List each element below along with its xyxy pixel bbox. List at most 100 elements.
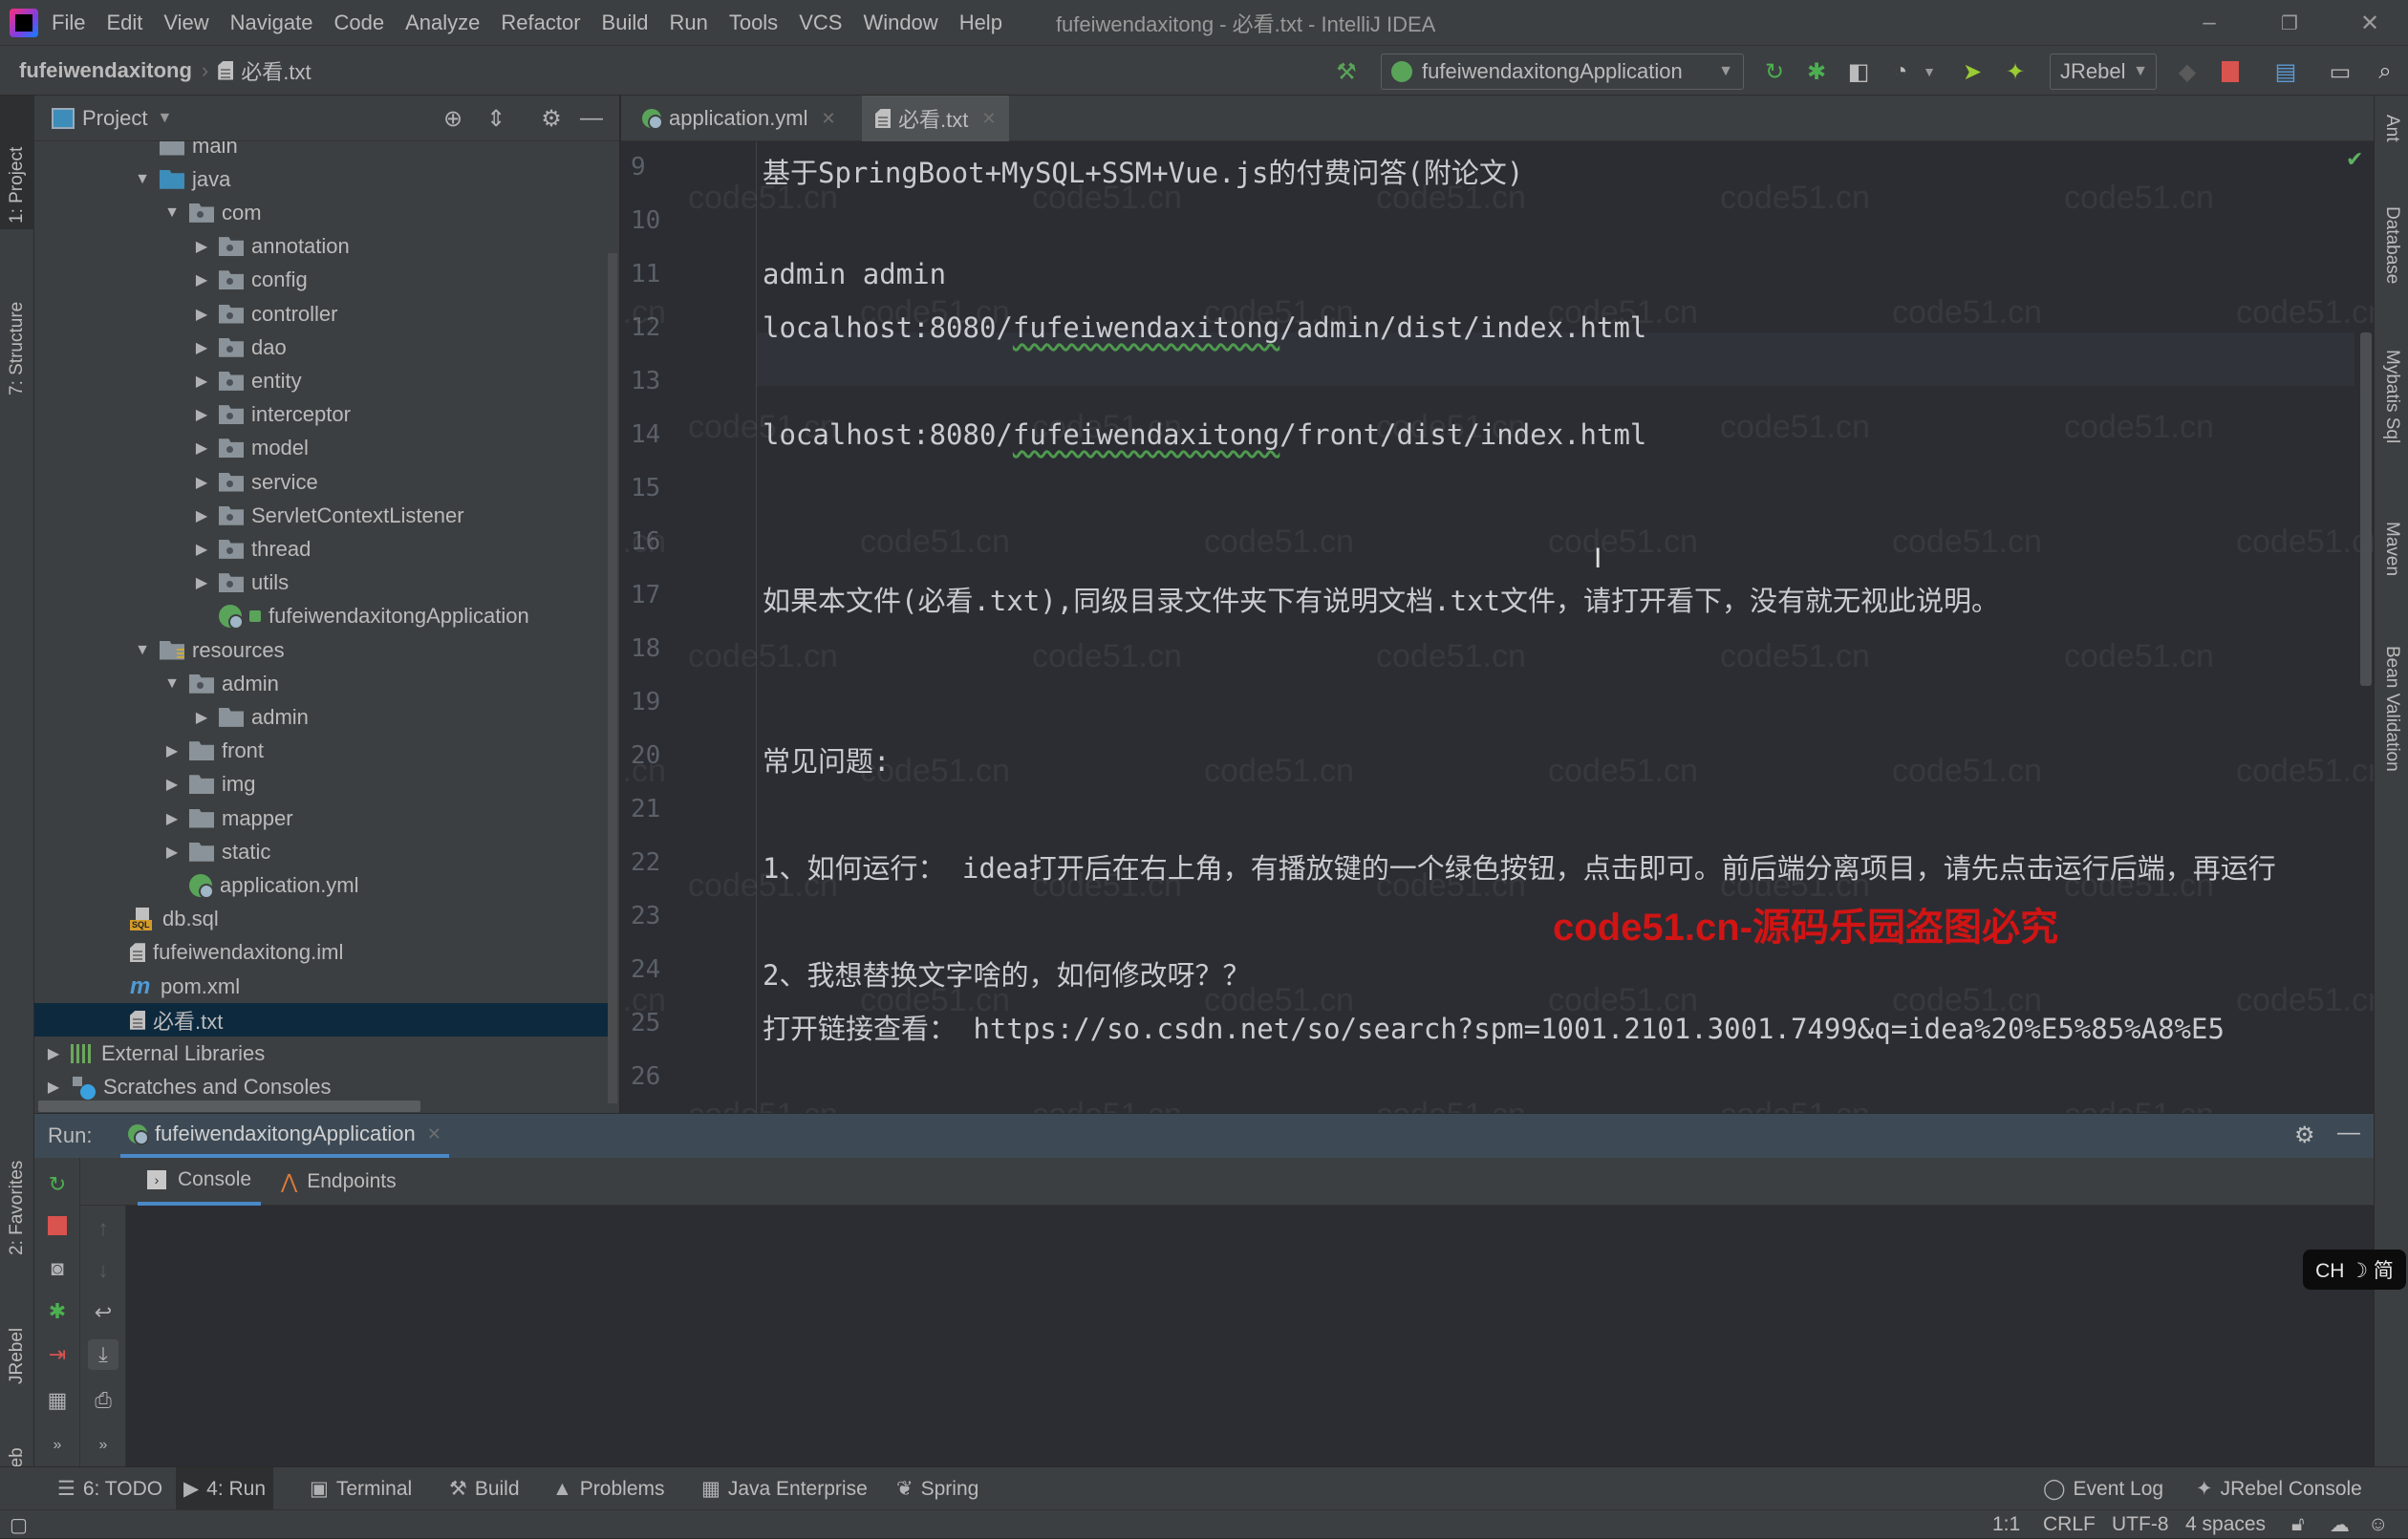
tree-item[interactable]: ▼ admin bbox=[34, 667, 608, 700]
tool-run[interactable]: ▶ 4: Run bbox=[176, 1467, 274, 1510]
tree-item[interactable]: ▶ annotation bbox=[34, 230, 608, 264]
subtab-console[interactable]: › Console bbox=[138, 1158, 262, 1206]
collapsed-arrow-icon[interactable]: ▶ bbox=[192, 540, 211, 559]
tree-item[interactable]: db.sql bbox=[34, 903, 608, 936]
tool-tab-bean-validation[interactable]: Bean Validation bbox=[2375, 640, 2408, 831]
close-tab-icon[interactable]: ✕ bbox=[822, 109, 836, 129]
tree-item[interactable]: ▶ ServletContextListener bbox=[34, 499, 608, 532]
tree-item[interactable]: m pom.xml bbox=[34, 970, 608, 1003]
line-separator[interactable]: CRLF bbox=[2043, 1510, 2096, 1539]
collapsed-arrow-icon[interactable]: ▶ bbox=[192, 338, 211, 357]
tree-item[interactable]: ▼ resources bbox=[34, 633, 608, 667]
project-structure-icon[interactable]: ▤ bbox=[2272, 57, 2299, 86]
code-line[interactable]: localhost:8080/fufeiwendaxitong/front/di… bbox=[763, 418, 1646, 451]
tree-item[interactable]: ▶ entity bbox=[34, 364, 608, 397]
tree-item[interactable]: ▶ static bbox=[34, 835, 608, 868]
tree-item[interactable]: ▶ mapper bbox=[34, 802, 608, 835]
expanded-arrow-icon[interactable]: ▼ bbox=[162, 204, 182, 222]
hide-panel-icon[interactable]: — bbox=[2337, 1120, 2360, 1146]
console-output[interactable] bbox=[126, 1206, 2374, 1467]
collapsed-arrow-icon[interactable]: ▶ bbox=[192, 237, 211, 256]
collapsed-arrow-icon[interactable]: ▶ bbox=[192, 573, 211, 592]
menu-view[interactable]: View bbox=[163, 11, 208, 35]
lock-open-icon[interactable]: 🔓︎ bbox=[2291, 1510, 2305, 1539]
tree-item[interactable]: ▶ admin bbox=[34, 700, 608, 734]
collapsed-arrow-icon[interactable]: ▶ bbox=[192, 372, 211, 391]
tree-item[interactable]: application.yml bbox=[34, 868, 608, 902]
menu-navigate[interactable]: Navigate bbox=[230, 11, 313, 35]
menu-refactor[interactable]: Refactor bbox=[501, 11, 580, 35]
tree-item[interactable]: ▶ controller bbox=[34, 297, 608, 331]
hide-panel-icon[interactable]: — bbox=[577, 105, 606, 132]
locate-file-icon[interactable]: ⊕ bbox=[439, 105, 467, 132]
chevron-down-icon[interactable]: ▼ bbox=[157, 110, 172, 127]
menu-window[interactable]: Window bbox=[863, 11, 937, 35]
tool-tab-ant[interactable]: Ant bbox=[2375, 109, 2408, 176]
rerun-icon[interactable]: ↻ bbox=[1761, 57, 1788, 86]
debug-attach-icon[interactable]: ✱ bbox=[42, 1296, 73, 1327]
breadcrumb-file[interactable]: 必看.txt bbox=[241, 55, 311, 86]
tree-item[interactable]: ▼ java bbox=[34, 162, 608, 196]
minimize-button[interactable]: – bbox=[2171, 0, 2247, 46]
collapsed-arrow-icon[interactable]: ▶ bbox=[162, 843, 182, 862]
close-tab-icon[interactable]: ✕ bbox=[427, 1124, 441, 1144]
expanded-arrow-icon[interactable]: ▼ bbox=[133, 642, 152, 659]
tree-item[interactable]: main bbox=[34, 141, 608, 162]
run-tab-application[interactable]: fufeiwendaxitongApplication ✕ bbox=[120, 1114, 449, 1158]
menu-run[interactable]: Run bbox=[669, 11, 707, 35]
collapse-all-icon[interactable]: ⇕ bbox=[482, 105, 510, 132]
tree-item[interactable]: ▶ thread bbox=[34, 532, 608, 566]
tree-item[interactable]: 必看.txt bbox=[34, 1003, 608, 1037]
tree-item[interactable]: ▶ Scratches and Consoles bbox=[34, 1071, 608, 1104]
menu-edit[interactable]: Edit bbox=[106, 11, 142, 35]
tool-tab-maven[interactable]: Maven bbox=[2375, 516, 2408, 621]
scroll-to-end-icon[interactable]: ⤓ bbox=[88, 1339, 118, 1370]
tool-build[interactable]: ⚒ Build bbox=[441, 1467, 527, 1510]
menu-help[interactable]: Help bbox=[959, 11, 1002, 35]
collapsed-arrow-icon[interactable]: ▶ bbox=[162, 809, 182, 828]
layout-icon[interactable]: ▦ bbox=[42, 1385, 73, 1416]
menu-vcs[interactable]: VCS bbox=[799, 11, 842, 35]
tree-item[interactable]: fufeiwendaxitong.iml bbox=[34, 936, 608, 970]
code-line[interactable]: 2、我想替换文字啥的，如何修改呀？？ bbox=[763, 953, 1250, 994]
tool-tab-structure[interactable]: 7: Structure bbox=[0, 248, 34, 401]
collapsed-arrow-icon[interactable]: ▶ bbox=[192, 438, 211, 458]
toggle-tool-windows-icon[interactable]: ▢ bbox=[10, 1510, 28, 1539]
tool-spring[interactable]: ❦ Spring bbox=[889, 1467, 986, 1510]
tree-item[interactable]: ▶ utils bbox=[34, 566, 608, 600]
tree-item[interactable]: fufeiwendaxitongApplication bbox=[34, 600, 608, 633]
menu-tools[interactable]: Tools bbox=[729, 11, 778, 35]
expanded-arrow-icon[interactable]: ▼ bbox=[162, 675, 182, 693]
help-cloud-icon[interactable]: ☁ bbox=[2330, 1510, 2350, 1539]
build-hammer-icon[interactable]: ⚒ bbox=[1333, 57, 1360, 86]
collapsed-arrow-icon[interactable]: ▶ bbox=[192, 405, 211, 424]
collapsed-arrow-icon[interactable]: ▶ bbox=[162, 741, 182, 760]
expanded-arrow-icon[interactable]: ▼ bbox=[133, 171, 152, 188]
ime-indicator[interactable]: CH ☽ 简 bbox=[2303, 1250, 2406, 1290]
close-tab-icon[interactable]: ✕ bbox=[981, 109, 996, 129]
breadcrumb-project[interactable]: fufeiwendaxitong bbox=[19, 58, 192, 83]
tool-tab-jrebel[interactable]: JRebel bbox=[0, 1266, 34, 1390]
stop-icon[interactable] bbox=[2217, 57, 2244, 86]
tool-problems[interactable]: ▲ Problems bbox=[545, 1467, 673, 1510]
tree-vertical-scrollbar[interactable] bbox=[608, 253, 617, 1103]
tool-event-log[interactable]: ◯ Event Log bbox=[2035, 1467, 2171, 1510]
code-line[interactable]: admin admin bbox=[763, 258, 946, 290]
settings-gear-icon[interactable]: ⚙ bbox=[537, 105, 566, 132]
collapsed-arrow-icon[interactable]: ▶ bbox=[162, 775, 182, 794]
menu-build[interactable]: Build bbox=[602, 11, 649, 35]
close-window-button[interactable]: ✕ bbox=[2332, 0, 2408, 46]
soft-wrap-icon[interactable]: ↩ bbox=[88, 1297, 118, 1328]
exit-icon[interactable]: ⇥ bbox=[42, 1339, 73, 1370]
indent-setting[interactable]: 4 spaces bbox=[2185, 1510, 2266, 1539]
jrebel-run-icon[interactable]: ➤ bbox=[1959, 57, 1986, 86]
code-line[interactable]: 打开链接查看： https://so.csdn.net/so/search?sp… bbox=[763, 1007, 2225, 1047]
code-line[interactable]: localhost:8080/fufeiwendaxitong/admin/di… bbox=[763, 311, 1646, 344]
tree-item[interactable]: ▶ config bbox=[34, 264, 608, 297]
caret-position[interactable]: 1:1 bbox=[1992, 1510, 2020, 1539]
tree-item[interactable]: ▼ com bbox=[34, 196, 608, 229]
menu-code[interactable]: Code bbox=[334, 11, 385, 35]
editor-vertical-scrollbar[interactable] bbox=[2360, 332, 2372, 686]
text-editor[interactable]: 9101112131415161718192021222324252627 基于… bbox=[621, 141, 2374, 1113]
collapsed-arrow-icon[interactable]: ▶ bbox=[192, 270, 211, 289]
